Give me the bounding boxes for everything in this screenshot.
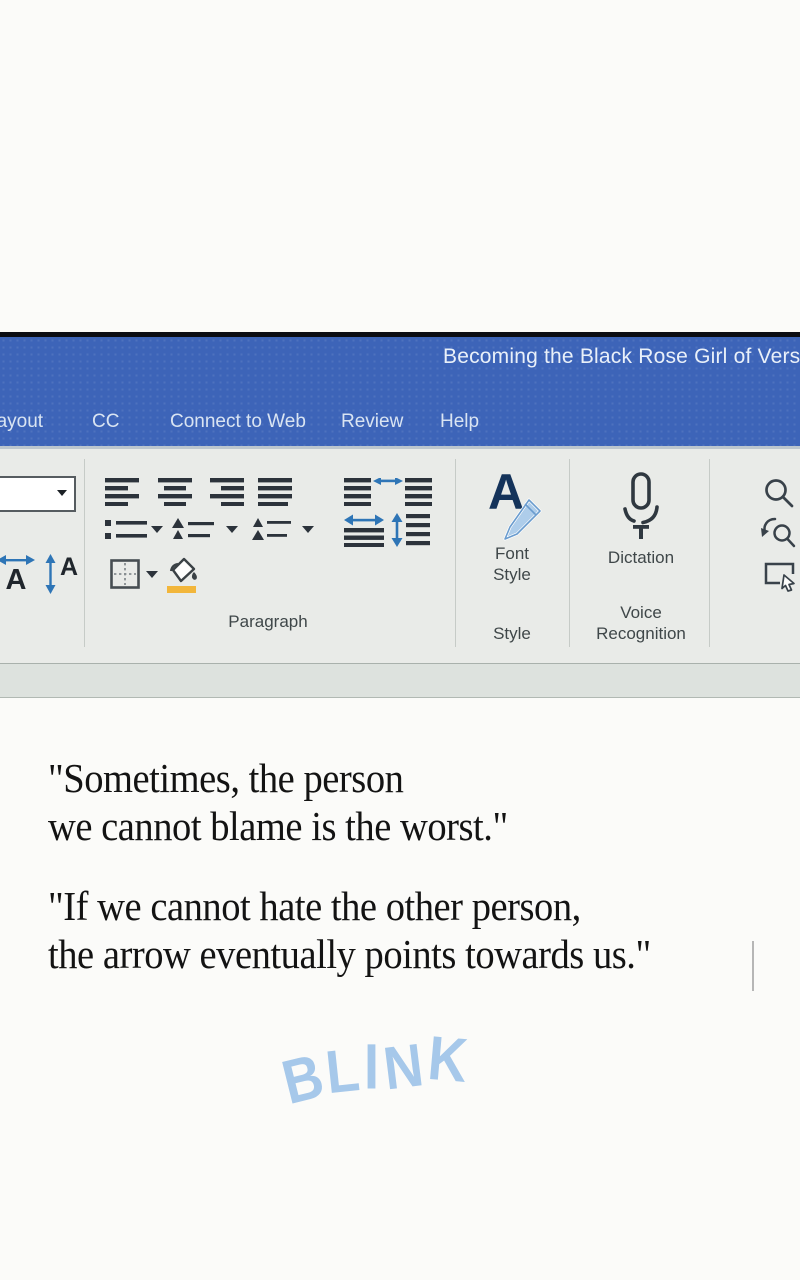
sort-lines-asc-icon <box>172 518 240 542</box>
ribbon-tab-row: Layout CC Connect to Web Review Help <box>0 409 800 446</box>
dictation-label: Dictation <box>585 547 697 568</box>
style-group-label: Style <box>462 623 562 644</box>
select-button[interactable] <box>763 561 799 598</box>
horizontal-spacing-icon <box>344 513 384 547</box>
app-titlebar: Becoming the Black Rose Girl of Versaill… <box>0 337 800 446</box>
quote1-line1: "Sometimes, the person <box>48 754 508 802</box>
group-separator <box>84 459 85 647</box>
chevron-down-icon <box>57 490 67 496</box>
sfx-blink: BLINK <box>280 1031 474 1106</box>
voice-group-label: Voice Recognition <box>577 602 705 644</box>
dictation-button[interactable]: Dictation <box>585 471 697 568</box>
quote-block-2: "If we cannot hate the other person, the… <box>48 882 651 978</box>
quote2-line1: "If we cannot hate the other person, <box>48 882 651 930</box>
justify-button[interactable] <box>258 478 294 511</box>
line-spacing-icon <box>390 513 430 547</box>
tab-layout[interactable]: Layout <box>0 411 43 433</box>
font-style-button[interactable]: A Font Style <box>462 471 562 585</box>
sort-lines-desc-button[interactable] <box>252 518 316 547</box>
vertical-arrow-icon <box>44 553 57 595</box>
justify-icon <box>258 478 294 506</box>
align-left-icon <box>105 478 141 506</box>
shading-button[interactable] <box>164 555 200 600</box>
webtoon-panel: Becoming the Black Rose Girl of Versaill… <box>0 0 800 1280</box>
borders-icon <box>110 559 162 591</box>
quote-block-1: "Sometimes, the person we cannot blame i… <box>48 754 508 850</box>
tab-cc[interactable]: CC <box>92 411 119 433</box>
increase-indent-icon <box>388 478 432 506</box>
quote1-line2: we cannot blame is the worst." <box>48 802 508 850</box>
align-right-button[interactable] <box>208 478 244 511</box>
bullet-list-icon <box>105 518 163 542</box>
decrease-indent-icon <box>344 478 388 506</box>
paint-bucket-icon <box>164 555 200 595</box>
voice-label-line1: Voice <box>577 602 705 623</box>
group-separator <box>709 459 710 647</box>
tab-review[interactable]: Review <box>341 411 403 433</box>
search-button[interactable] <box>763 477 797 514</box>
window-title: Becoming the Black Rose Girl of Versaill… <box>443 345 800 369</box>
group-separator <box>455 459 456 647</box>
align-left-button[interactable] <box>105 478 141 511</box>
quote2-line2: the arrow eventually points towards us." <box>48 930 651 978</box>
decrease-indent-button[interactable] <box>344 478 388 511</box>
tab-connect-to-web[interactable]: Connect to Web <box>170 411 306 433</box>
font-size-combobox[interactable] <box>0 476 76 512</box>
increase-indent-button[interactable] <box>388 478 432 511</box>
select-icon <box>763 561 799 593</box>
char-height-letter: A <box>60 555 78 579</box>
font-style-label-line1: Font <box>462 543 562 564</box>
char-width-button[interactable]: A <box>0 553 36 593</box>
ribbon-bottom-band <box>0 663 800 698</box>
replace-button[interactable] <box>761 516 797 555</box>
tab-help[interactable]: Help <box>440 411 479 433</box>
horizontal-spacing-button[interactable] <box>344 513 384 552</box>
align-right-icon <box>208 478 244 506</box>
font-style-label-line2: Style <box>462 564 562 585</box>
font-style-icon: A <box>462 471 562 543</box>
borders-button[interactable] <box>110 559 162 596</box>
replace-icon <box>761 516 797 550</box>
text-cursor <box>752 941 754 991</box>
paragraph-group-label: Paragraph <box>158 611 378 632</box>
microphone-icon <box>621 471 661 543</box>
pencil-icon <box>500 497 544 541</box>
group-separator <box>569 459 570 647</box>
char-width-letter: A <box>6 567 27 593</box>
sort-lines-asc-button[interactable] <box>172 518 240 547</box>
voice-label-line2: Recognition <box>577 623 705 644</box>
line-spacing-button[interactable] <box>390 513 430 552</box>
bullet-list-button[interactable] <box>105 518 163 547</box>
ribbon: A A <box>0 446 800 663</box>
align-center-icon <box>157 478 193 506</box>
sort-lines-desc-icon <box>252 518 316 542</box>
search-icon <box>763 477 797 509</box>
char-height-button[interactable]: A <box>44 553 78 595</box>
align-center-button[interactable] <box>157 478 193 511</box>
